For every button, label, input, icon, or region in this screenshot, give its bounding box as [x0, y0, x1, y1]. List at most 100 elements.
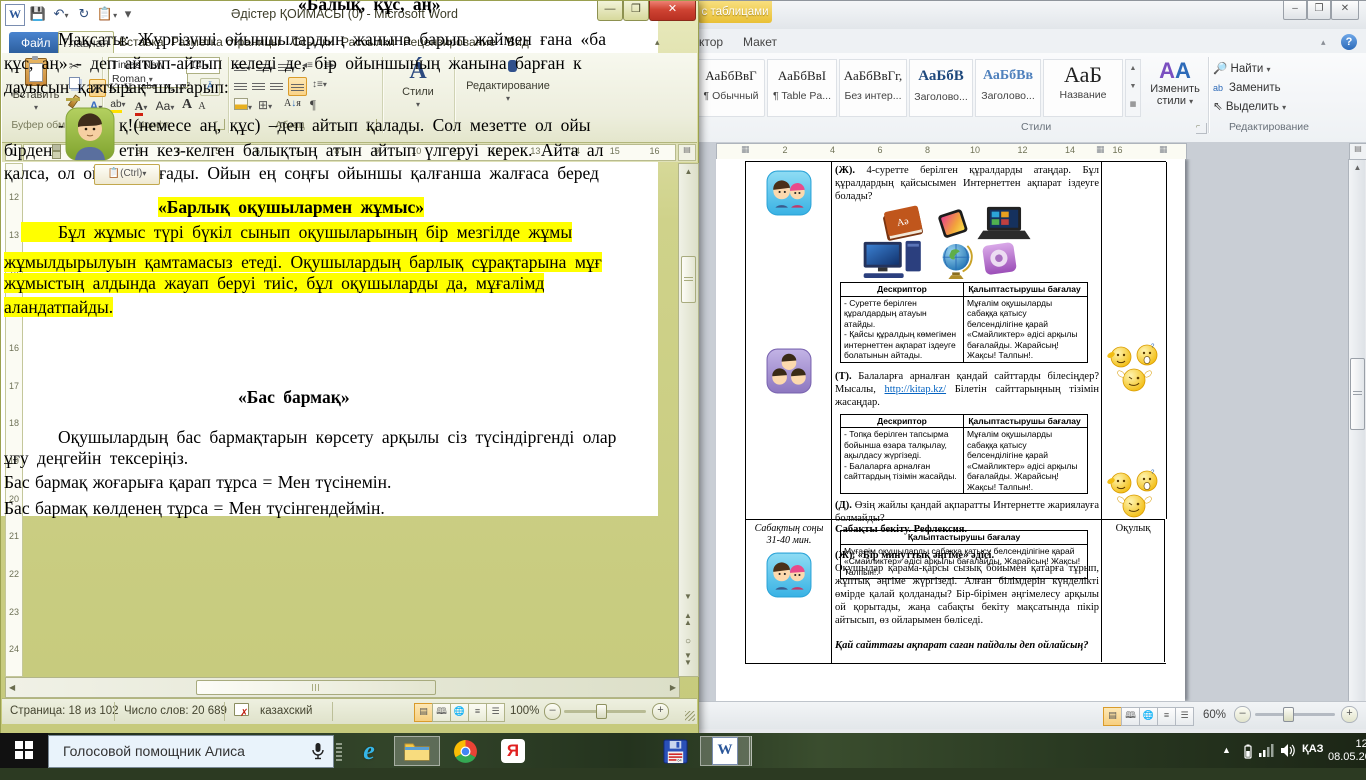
shading-icon[interactable]: ▾ — [234, 98, 252, 113]
restore-button[interactable]: ❐ — [1307, 1, 1331, 20]
chrome-icon[interactable] — [442, 736, 488, 766]
word-taskbar-icon[interactable]: W — [700, 736, 752, 766]
language-indicator[interactable]: казахский — [260, 705, 312, 717]
change-styles-button[interactable]: AA Изменить стили ▾ — [1146, 59, 1204, 119]
lesson-table[interactable]: (Ж). 4-суретте берілген құралдарды атаңд… — [745, 161, 1166, 664]
tab-maket[interactable]: Макет — [743, 32, 777, 53]
close-button[interactable]: ✕ — [1331, 1, 1359, 20]
borders-icon[interactable]: ⊞▾ — [258, 98, 272, 112]
table-cell-activities[interactable]: (Ж). 4-суретте берілген құралдарды атаңд… — [831, 162, 1102, 519]
close-button[interactable]: ✕ — [649, 1, 696, 21]
back-vertical-scrollbar[interactable]: ▲ — [1348, 159, 1365, 701]
scroll-up-icon[interactable]: ▲ — [1349, 163, 1365, 172]
save-icon[interactable]: 💾 — [29, 5, 47, 23]
indent-marker[interactable] — [52, 144, 61, 151]
zoom-slider-thumb[interactable] — [1283, 707, 1294, 722]
line-spacing-icon[interactable]: ↕≡▾ — [312, 79, 327, 90]
zoom-out-button[interactable]: – — [1234, 706, 1251, 723]
pilcrow-icon[interactable]: ¶ — [310, 97, 316, 113]
reading-view-icon[interactable]: 🕮 — [432, 703, 451, 722]
replace-button[interactable]: ab — [1213, 80, 1223, 96]
web-view-icon[interactable]: 🌐 — [450, 703, 469, 722]
ruler-toggle-button[interactable]: ▤ — [1349, 143, 1366, 160]
outline-view-icon[interactable]: ≡ — [1157, 707, 1176, 726]
back-title-bar[interactable]: с таблицами – ❐ ✕ — [691, 1, 1366, 29]
font-color-icon[interactable]: А▾ — [132, 99, 150, 114]
change-case-icon[interactable]: Aa▾ — [154, 99, 176, 113]
style-item-obychnyi[interactable]: АаБбВвГ ¶ Обычный — [697, 59, 765, 117]
internet-explorer-icon[interactable]: e — [346, 736, 392, 766]
front-vertical-scrollbar[interactable]: ▲ ▼ ▲▲ ○ ▼▼ — [678, 163, 699, 677]
back-document-area[interactable]: (Ж). 4-суретте берілген құралдарды атаңд… — [691, 159, 1365, 701]
print-layout-view-icon[interactable]: ▤ — [414, 703, 433, 722]
yandex-browser-icon[interactable]: Я — [490, 736, 536, 766]
table-cell-resources2[interactable]: Оқулық — [1101, 519, 1165, 662]
find-button[interactable]: 🔎 Найти ▾ — [1213, 61, 1271, 77]
replace-label[interactable]: Заменить — [1229, 80, 1281, 96]
styles-dialog-launcher[interactable]: ⌐ — [1196, 123, 1207, 134]
start-button[interactable] — [0, 733, 48, 768]
battery-icon[interactable] — [1242, 743, 1254, 759]
language-indicator[interactable]: ҚАЗ — [1302, 743, 1324, 778]
qat-customize-icon[interactable]: ▾ — [121, 5, 135, 23]
styles-gallery-scroll[interactable]: ▲▼▦ — [1125, 59, 1141, 117]
print-layout-view-icon[interactable]: ▤ — [1103, 707, 1122, 726]
spellcheck-icon[interactable]: ✗ — [234, 703, 249, 719]
paste-qat-icon[interactable]: 📋▾ — [95, 5, 119, 23]
redo-icon[interactable]: ↻ — [75, 5, 93, 23]
table-cell-resources1[interactable]: ? ? — [1101, 162, 1167, 519]
scroll-up-icon[interactable]: ▲ — [679, 167, 698, 176]
maximize-button[interactable]: ❒ — [623, 1, 649, 21]
file-explorer-icon[interactable] — [394, 736, 440, 766]
shrink-font-icon[interactable]: A — [196, 101, 208, 112]
select-browse-object-icon[interactable]: ○ — [679, 636, 697, 647]
pasted-boy-avatar[interactable] — [64, 107, 116, 161]
tray-expand-icon[interactable]: ▲ — [1222, 745, 1231, 780]
reading-view-icon[interactable]: 🕮 — [1121, 707, 1140, 726]
volume-icon[interactable] — [1280, 743, 1296, 758]
front-horizontal-scrollbar[interactable]: ◀ ▶ — [5, 677, 680, 698]
scroll-down-icon[interactable]: ▼ — [679, 592, 697, 601]
taskbar-search[interactable]: Голосовой помощник Алиса — [48, 735, 334, 768]
sort-icon[interactable]: А↓я — [284, 98, 301, 109]
resize-grip[interactable] — [685, 711, 695, 721]
scrollbar-thumb[interactable] — [196, 680, 436, 695]
taskbar[interactable]: Голосовой помощник Алиса e Я 64 W ▲ ҚАЗ … — [0, 733, 1366, 768]
zoom-slider-track[interactable] — [1255, 713, 1335, 716]
scroll-right-icon[interactable]: ▶ — [670, 683, 676, 692]
network-signal-icon[interactable] — [1258, 744, 1274, 758]
help-icon[interactable]: ? — [1341, 34, 1357, 50]
align-center-icon[interactable] — [252, 79, 265, 93]
zoom-in-button[interactable]: + — [1341, 706, 1358, 723]
word-count[interactable]: Число слов: 20 689 — [124, 705, 227, 717]
page-indicator[interactable]: Страница: 18 из 102 — [10, 705, 119, 717]
style-item-heading1[interactable]: АаБбВ Заголово... — [909, 59, 973, 117]
word-window-back[interactable]: с таблицами – ❐ ✕ ктор Макет ▴ ? АаБбВвГ… — [690, 0, 1366, 735]
ruler-toggle-button[interactable]: ▤ — [678, 144, 696, 161]
previous-page-icon[interactable]: ▲▲ — [679, 612, 697, 626]
zoom-in-button[interactable]: + — [652, 703, 669, 720]
collapse-ribbon-icon[interactable]: ▴ — [1321, 32, 1326, 53]
zoom-out-button[interactable]: – — [544, 703, 561, 720]
next-page-icon[interactable]: ▼▼ — [679, 652, 697, 666]
outline-view-icon[interactable]: ≡ — [468, 703, 487, 722]
tab-file[interactable]: Файл — [9, 32, 63, 53]
style-item-heading2[interactable]: АаБбВв Заголово... — [975, 59, 1041, 117]
style-item-title[interactable]: АаБ Название — [1043, 59, 1123, 117]
table-cell-stage1[interactable] — [745, 162, 832, 519]
minimize-button[interactable]: – — [1283, 1, 1307, 20]
scroll-left-icon[interactable]: ◀ — [9, 683, 15, 692]
tab-konstruktor[interactable]: ктор — [699, 32, 723, 53]
indent-marker[interactable] — [52, 151, 61, 159]
grow-font-icon[interactable]: A — [180, 97, 194, 113]
scrollbar-thumb[interactable] — [681, 256, 696, 303]
draft-view-icon[interactable]: ☰ — [486, 703, 505, 722]
document-page[interactable]: (Ж). 4-суретте берілген құралдарды атаңд… — [716, 159, 1185, 701]
scrollbar-thumb[interactable] — [1350, 358, 1365, 430]
draft-view-icon[interactable]: ☰ — [1175, 707, 1194, 726]
table-cell-stage2[interactable]: Сабақтың соңы31-40 мин. — [745, 519, 832, 663]
zoom-level[interactable]: 100% — [510, 705, 539, 717]
microphone-icon[interactable] — [311, 742, 325, 760]
style-item-table[interactable]: АаБбВвІ ¶ Table Pa... — [767, 59, 837, 117]
zoom-slider-thumb[interactable] — [596, 704, 607, 719]
